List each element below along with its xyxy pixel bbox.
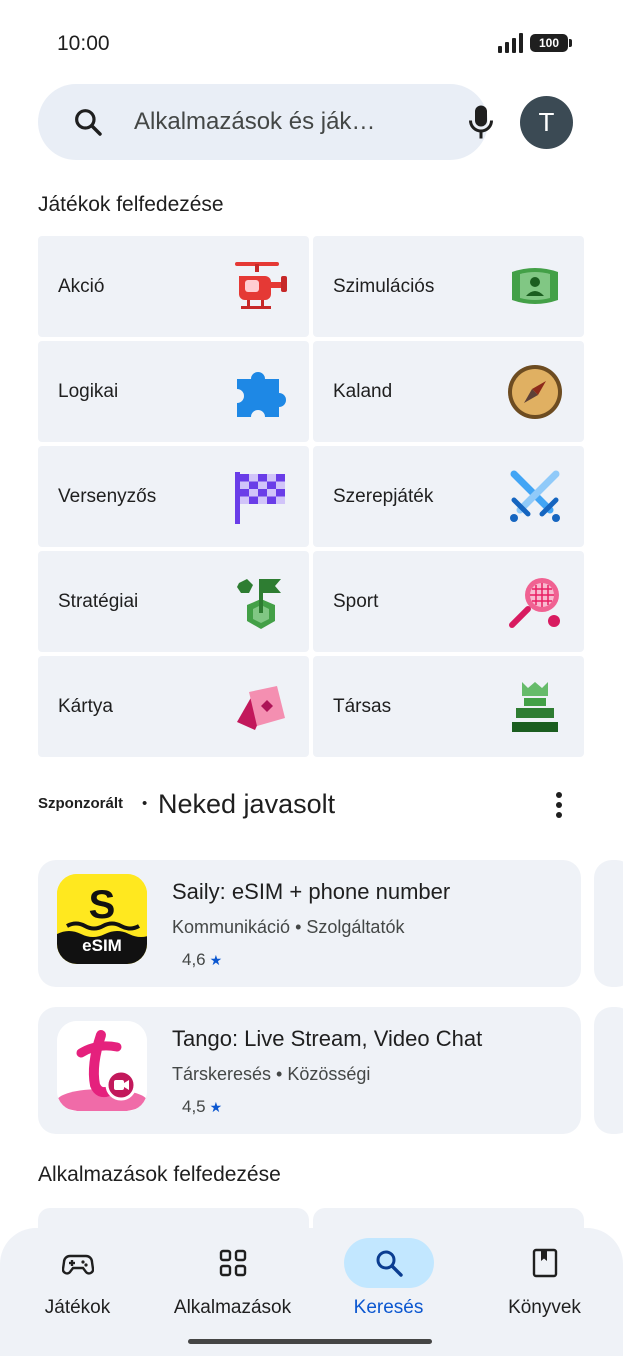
status-time: 10:00: [57, 32, 110, 55]
category-adventure[interactable]: Kaland: [313, 341, 584, 442]
app-card-tango[interactable]: Tango: Live Stream, Video Chat Társkeres…: [38, 1007, 581, 1134]
nav-label: Könyvek: [508, 1297, 581, 1318]
helicopter-icon: [235, 262, 287, 309]
sponsored-title: Neked javasolt: [158, 789, 336, 819]
app-card-next-peek[interactable]: [594, 1007, 623, 1134]
category-board[interactable]: Társas: [313, 656, 584, 757]
svg-text:S: S: [89, 883, 116, 927]
category-label: Kártya: [58, 696, 113, 717]
category-strategy[interactable]: Stratégiai: [38, 551, 309, 652]
category-label: Akció: [58, 276, 105, 297]
checkered-flag-icon: [235, 472, 285, 524]
cards-icon: [237, 686, 285, 730]
tango-app-icon: [57, 1021, 147, 1111]
star-icon: ★: [209, 1099, 223, 1115]
battery-level: 100: [538, 36, 560, 50]
apps-section-title: Alkalmazások felfedezése: [38, 1163, 281, 1186]
category-logic[interactable]: Logikai: [38, 341, 309, 442]
app-rating: 4,5 ★: [182, 1097, 223, 1116]
gamepad-icon: [61, 1254, 94, 1275]
search-icon: [75, 109, 102, 136]
category-sport[interactable]: Sport: [313, 551, 584, 652]
category-label: Logikai: [58, 381, 119, 402]
category-rpg[interactable]: Szerepjáték: [313, 446, 584, 547]
nav-label: Keresés: [353, 1297, 424, 1318]
compass-icon: [508, 365, 562, 419]
category-label: Kaland: [333, 381, 393, 402]
tango-logo: [57, 1021, 147, 1111]
strategy-flag-icon: [237, 579, 281, 629]
category-label: Sport: [333, 591, 379, 612]
home-indicator[interactable]: [188, 1339, 432, 1344]
nav-label: Alkalmazások: [173, 1297, 292, 1318]
category-label: Szimulációs: [333, 276, 435, 297]
sponsored-separator: •: [142, 795, 148, 812]
app-name: Saily: eSIM + phone number: [172, 879, 451, 904]
games-section-title: Játékok felfedezése: [38, 193, 224, 216]
more-vert-icon[interactable]: [548, 790, 570, 820]
saily-icon-text: eSIM: [82, 936, 122, 955]
nav-label: Játékok: [44, 1297, 111, 1318]
saily-app-icon: S eSIM: [57, 874, 147, 964]
puzzle-icon: [237, 372, 286, 417]
category-racing[interactable]: Versenyzős: [38, 446, 309, 547]
category-label: Stratégiai: [58, 591, 139, 612]
simulation-icon: [512, 268, 558, 304]
crossed-swords-icon: [510, 470, 560, 522]
category-action[interactable]: Akció: [38, 236, 309, 337]
nav-search[interactable]: Keresés: [311, 1228, 466, 1338]
category-label: Szerepjáték: [333, 486, 434, 507]
tennis-racket-icon: [509, 578, 560, 628]
category-label: Társas: [333, 696, 392, 717]
category-label: Versenyzős: [58, 486, 157, 507]
nav-books[interactable]: Könyvek: [467, 1228, 622, 1338]
app-rating: 4,6 ★: [182, 950, 223, 969]
app-name: Tango: Live Stream, Video Chat: [172, 1026, 483, 1051]
chess-piece-icon: [512, 682, 558, 732]
app-categories: Társkeresés • Közösségi: [172, 1064, 371, 1084]
app-card-next-peek[interactable]: [594, 860, 623, 987]
status-bar: 10:00 100: [0, 0, 623, 88]
app-categories: Kommunikáció • Szolgáltatók: [172, 917, 405, 937]
sponsored-label: Szponzorált: [38, 795, 123, 812]
app-card-saily[interactable]: S eSIM Saily: eSIM + phone number Kommun…: [38, 860, 581, 987]
bottom-navigation: Játékok Alkalmazások Keresés Könyvek: [0, 1228, 623, 1356]
signal-icon: [498, 33, 523, 53]
nav-apps[interactable]: Alkalmazások: [155, 1228, 310, 1338]
search-input[interactable]: [134, 102, 424, 142]
mic-icon[interactable]: [466, 104, 496, 140]
nav-games[interactable]: Játékok: [0, 1228, 155, 1338]
avatar[interactable]: T: [520, 96, 573, 149]
category-simulation[interactable]: Szimulációs: [313, 236, 584, 337]
star-icon: ★: [209, 952, 223, 968]
battery-icon: 100: [530, 34, 572, 52]
search-bar[interactable]: [38, 84, 493, 160]
search-icon: [376, 1250, 403, 1277]
apps-grid-icon: [219, 1249, 246, 1277]
category-card[interactable]: Kártya: [38, 656, 309, 757]
book-icon: [532, 1248, 557, 1278]
